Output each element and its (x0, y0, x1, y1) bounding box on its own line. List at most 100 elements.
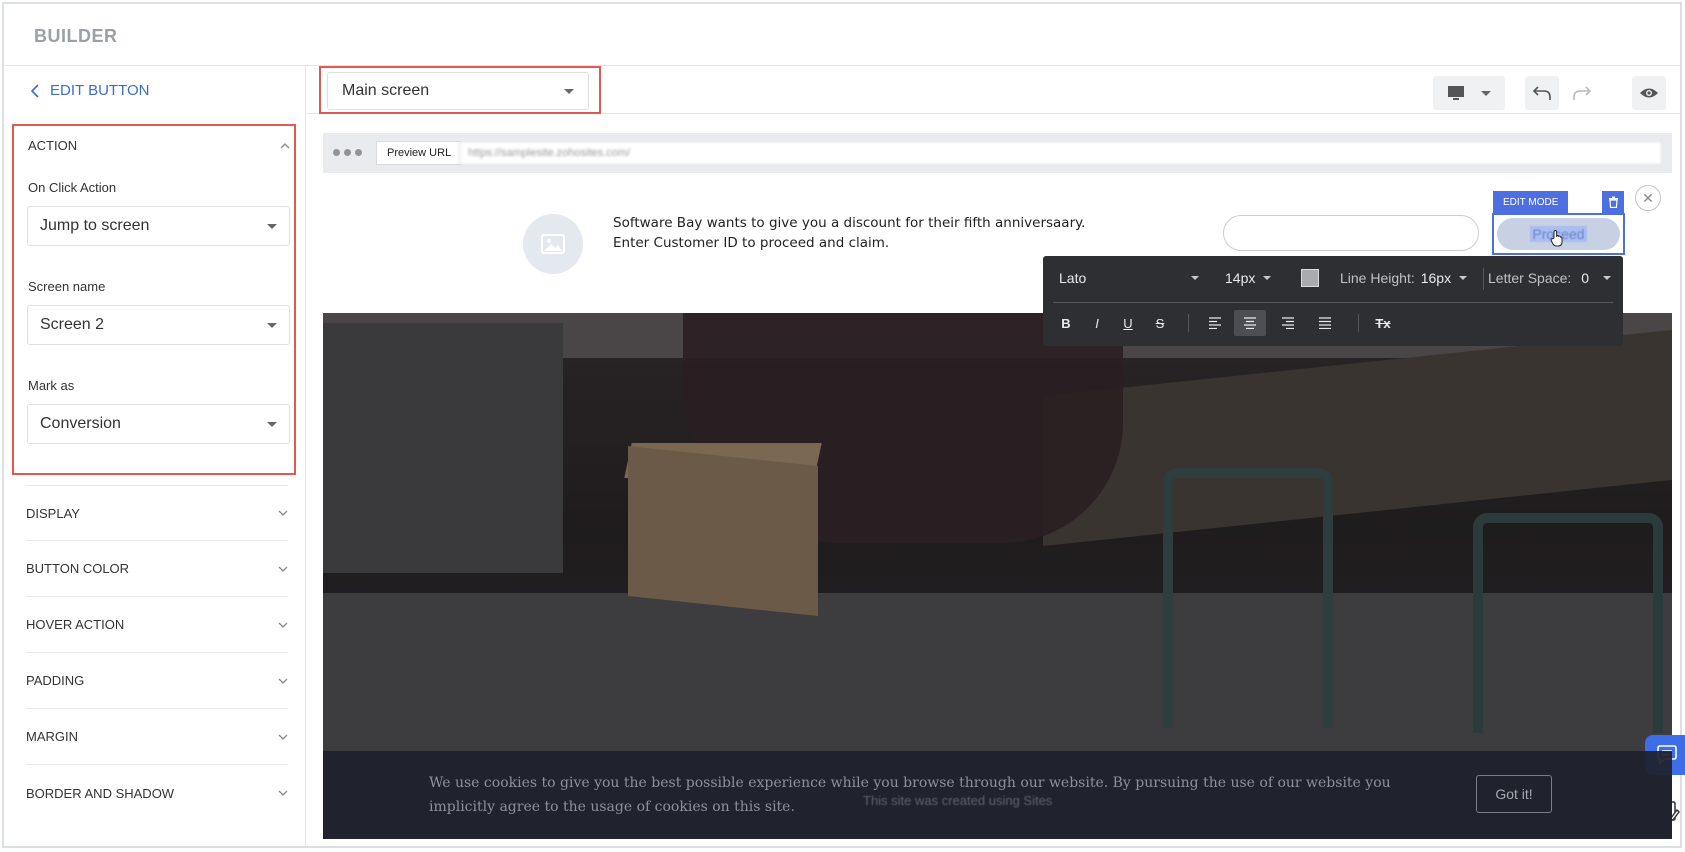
got-it-button[interactable]: Got it! (1476, 775, 1552, 813)
screen-select-value: Main screen (342, 82, 430, 99)
chevron-down-icon (278, 566, 288, 572)
image-placeholder-icon[interactable] (523, 214, 583, 274)
strikethrough-button[interactable]: S (1144, 310, 1176, 336)
section-margin-label: MARGIN (26, 729, 78, 744)
hero-chair (1163, 468, 1333, 728)
section-border-and-shadow-label: BORDER AND SHADOW (26, 785, 175, 801)
site-credit-text: This site was created using Sites (863, 793, 1053, 808)
preview-url-tag: Preview URL (376, 141, 463, 165)
app-brand: BUILDER (34, 26, 118, 46)
line-height-label: Line Height: (1340, 270, 1415, 286)
proceed-button-selection: Proceed (1492, 213, 1625, 255)
font-family-value: Lato (1059, 270, 1087, 286)
edit-mode-badge: EDIT MODE (1493, 191, 1569, 213)
underline-button[interactable]: U (1112, 310, 1144, 336)
text-format-toolbar: Lato 14px Line Height: 16px Letter Space… (1043, 256, 1623, 346)
action-section-header[interactable]: ACTION (28, 138, 290, 153)
section-display[interactable]: DISPLAY (26, 485, 288, 541)
caret-down-icon (1263, 276, 1272, 280)
hero-chair-right (1473, 513, 1663, 733)
align-center-icon (1244, 317, 1256, 329)
chevron-up-icon (280, 142, 290, 148)
chevron-down-icon (278, 510, 288, 516)
eye-icon (1640, 88, 1658, 98)
align-justify-icon (1319, 317, 1331, 329)
section-button-color-label: BUTTON COLOR (26, 561, 130, 576)
letter-space-value: 0 (1581, 270, 1590, 286)
preview-canvas: Preview URL https://samplesite.zohosites… (323, 133, 1672, 839)
edit-button-back-link[interactable]: EDIT BUTTON (30, 82, 149, 99)
promo-text[interactable]: Software Bay wants to give you a discoun… (613, 213, 1093, 253)
section-hover-action-label: HOVER ACTION (26, 617, 125, 632)
preview-browser-bar: Preview URL https://samplesite.zohosites… (323, 133, 1672, 173)
delete-button[interactable] (1602, 191, 1624, 213)
mark-as-value: Conversion (40, 415, 121, 432)
redo-icon (1573, 86, 1592, 100)
mark-as-select[interactable]: Conversion (27, 404, 290, 444)
device-select-button[interactable] (1433, 76, 1505, 110)
chevron-down-icon (278, 678, 288, 684)
caret-down-icon (267, 322, 277, 328)
desktop-icon (1448, 86, 1464, 100)
section-button-color[interactable]: BUTTON COLOR (26, 541, 288, 597)
caret-down-icon (1603, 276, 1612, 280)
on-click-action-value: Jump to screen (40, 217, 150, 234)
undo-icon (1532, 86, 1551, 100)
section-padding[interactable]: PADDING (26, 653, 288, 709)
caret-down-icon (1191, 276, 1199, 280)
caret-down-icon (1459, 276, 1468, 280)
section-padding-label: PADDING (26, 673, 85, 688)
on-click-action-select[interactable]: Jump to screen (27, 206, 290, 246)
font-family-dropdown[interactable]: Lato (1059, 270, 1199, 286)
redo-button[interactable] (1565, 76, 1599, 110)
align-left-icon (1209, 317, 1221, 329)
settings-sidebar: EDIT BUTTON ACTION On Click Action Jump … (4, 66, 306, 846)
close-icon[interactable]: ✕ (1635, 185, 1661, 211)
trash-icon (1608, 196, 1618, 208)
action-section: ACTION On Click Action Jump to screen Sc… (12, 124, 296, 475)
clear-format-button[interactable]: Tx (1367, 310, 1399, 336)
screen-name-label: Screen name (28, 279, 106, 294)
chevron-down-icon (278, 622, 288, 628)
text-color-swatch[interactable] (1301, 269, 1319, 287)
section-border-and-shadow[interactable]: BORDER AND SHADOW (26, 765, 288, 821)
chevron-down-icon (278, 790, 288, 796)
hero-box (628, 446, 818, 616)
builder-window: BUILDER EDIT BUTTON ACTION On Click Acti… (2, 2, 1685, 848)
section-margin[interactable]: MARGIN (26, 709, 288, 765)
caret-down-icon (267, 223, 277, 229)
back-link-label: EDIT BUTTON (50, 82, 150, 99)
chevron-left-icon (30, 83, 39, 98)
caret-down-icon (564, 88, 574, 94)
letter-space-dropdown[interactable]: Letter Space: 0 (1488, 270, 1612, 286)
section-hover-action[interactable]: HOVER ACTION (26, 597, 288, 653)
letter-space-label: Letter Space: (1488, 270, 1572, 286)
customer-id-input[interactable] (1223, 215, 1479, 251)
screen-select[interactable]: Main screen (327, 72, 589, 110)
action-section-title: ACTION (28, 138, 78, 153)
font-size-value: 14px (1225, 270, 1256, 286)
line-height-dropdown[interactable]: Line Height: 16px (1340, 270, 1468, 286)
caret-down-icon (1481, 90, 1491, 96)
caret-down-icon (267, 421, 277, 427)
preview-button[interactable] (1632, 76, 1666, 110)
chevron-down-icon (278, 734, 288, 740)
undo-button[interactable] (1525, 76, 1559, 110)
section-display-label: DISPLAY (26, 505, 80, 521)
bold-button[interactable]: B (1050, 310, 1082, 336)
hand-cursor-icon (1550, 229, 1563, 247)
line-height-value: 16px (1420, 270, 1452, 286)
hero-window-area (323, 323, 563, 573)
screen-select-highlight: Main screen (319, 66, 601, 114)
top-bar: BUILDER (4, 4, 1680, 66)
preview-url-field[interactable]: https://samplesite.zohosites.com/ (459, 141, 1662, 165)
italic-button[interactable]: I (1081, 310, 1113, 336)
align-right-button[interactable] (1272, 310, 1304, 336)
canvas-toolbar: Main screen (307, 66, 1680, 114)
font-size-dropdown[interactable]: 14px (1225, 270, 1272, 286)
align-center-button[interactable] (1234, 310, 1266, 336)
align-justify-button[interactable] (1309, 310, 1341, 336)
align-right-icon (1282, 317, 1294, 329)
screen-name-select[interactable]: Screen 2 (27, 305, 290, 345)
align-left-button[interactable] (1199, 310, 1231, 336)
